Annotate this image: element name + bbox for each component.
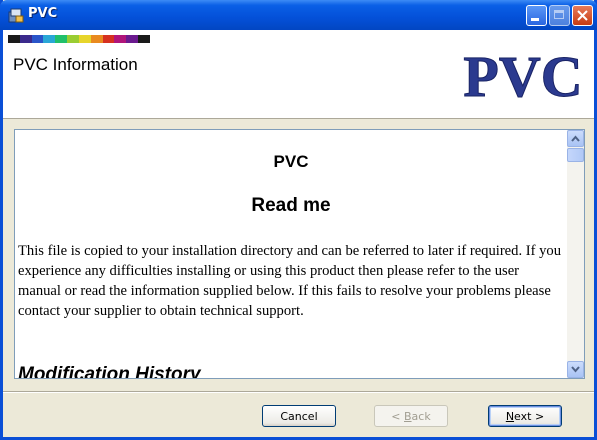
close-button[interactable]	[572, 5, 593, 26]
color-stripe	[126, 35, 139, 43]
scroll-thumb[interactable]	[567, 148, 584, 162]
back-button-label: < Back	[391, 409, 431, 423]
scroll-up-button[interactable]	[567, 130, 584, 147]
pvc-logo-text: PVC	[463, 44, 582, 106]
footer-divider	[3, 391, 594, 393]
color-stripe	[19, 35, 32, 43]
maximize-button[interactable]	[549, 5, 570, 26]
chevron-up-icon	[571, 135, 580, 142]
readme-paragraph: This file is copied to your installation…	[18, 243, 562, 319]
installer-window: PVC PVC Information PVC PVC Read me This…	[0, 0, 597, 440]
readme-title: PVC	[273, 152, 309, 171]
color-stripe	[55, 35, 68, 43]
next-button-label: Next >	[505, 409, 545, 423]
readme-viewer[interactable]: PVC Read me This file is copied to your …	[14, 129, 585, 379]
next-button[interactable]: Next >	[488, 405, 562, 427]
close-icon	[577, 10, 588, 21]
readme-subtitle: Read me	[251, 195, 331, 216]
pvc-logo: PVC	[463, 44, 583, 106]
color-stripe	[8, 35, 20, 43]
page-title: PVC Information	[13, 55, 138, 74]
vertical-scrollbar[interactable]	[567, 130, 584, 378]
window-title: PVC	[28, 6, 58, 21]
cancel-button[interactable]: Cancel	[262, 405, 336, 427]
color-stripe	[114, 35, 127, 43]
back-button[interactable]: < Back	[374, 405, 448, 427]
color-stripe	[90, 35, 103, 43]
title-bar[interactable]: PVC	[0, 0, 597, 30]
scroll-down-button[interactable]	[567, 361, 584, 378]
color-stripe	[67, 35, 79, 43]
color-stripe	[31, 35, 44, 43]
color-stripe	[102, 35, 115, 43]
modification-history-heading: Modification History	[18, 364, 201, 379]
installer-app-icon	[8, 8, 24, 23]
header-banner: PVC Information PVC	[3, 30, 594, 119]
color-stripe	[78, 35, 91, 43]
chevron-down-icon	[571, 366, 580, 373]
color-stripe	[138, 35, 150, 43]
color-stripe	[43, 35, 56, 43]
cancel-button-label: Cancel	[280, 409, 318, 423]
color-stripe-bar	[8, 35, 150, 43]
minimize-button[interactable]	[526, 5, 547, 26]
